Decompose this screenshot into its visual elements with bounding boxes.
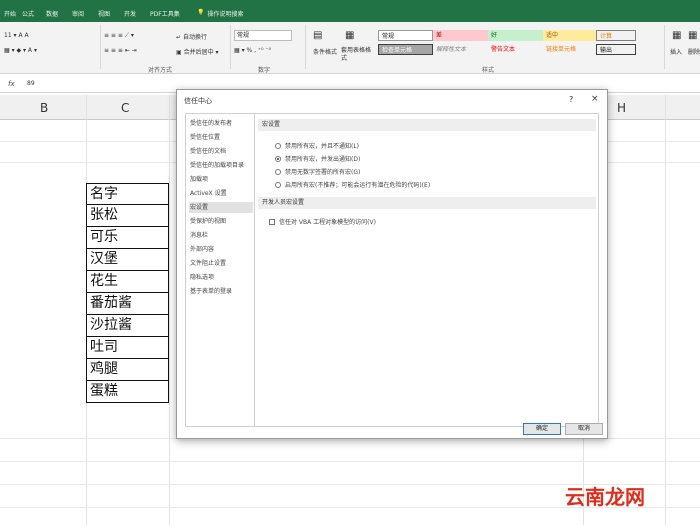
font-color-icon[interactable]: ▦ ▾ ◆ ▾ A ▾ [4, 47, 37, 54]
table-format-button[interactable]: 套用表格格式 [341, 47, 375, 63]
style-neutral[interactable]: 适中 [543, 30, 596, 41]
number-format-select[interactable]: 常规 [234, 30, 292, 41]
table-format-icon: ▦ [345, 30, 355, 41]
ribbon-separator [305, 25, 306, 69]
cell-name[interactable]: 鸡腿 [86, 359, 169, 381]
delete-cells-button[interactable]: 删除 [688, 47, 700, 56]
group-alignment-label: 对齐方式 [148, 67, 173, 74]
section-developer-macro-settings: 开发人员宏设置 [258, 197, 596, 209]
style-warning[interactable]: 警告文本 [488, 44, 543, 55]
cell-name[interactable]: 番茄酱 [86, 293, 169, 315]
nav-trusted-locations[interactable]: 受信任位置 [189, 132, 253, 143]
font-size-box[interactable]: 11 ▾ A A [4, 32, 29, 39]
checkbox-icon [269, 218, 275, 225]
style-bad[interactable]: 差 [433, 30, 488, 41]
cell-name[interactable]: 张松 [86, 205, 169, 227]
nav-activex-settings[interactable]: ActiveX 设置 [189, 188, 253, 199]
radio-selected-icon [275, 155, 281, 162]
cell-name[interactable]: 可乐 [86, 227, 169, 249]
tab-developer[interactable]: 开发 [124, 9, 136, 18]
nav-external-content[interactable]: 外部内容 [189, 244, 253, 255]
ribbon: 11 ▾ A A ▦ ▾ ◆ ▾ A ▾ ≡ ≡ ≡ ⟋ ▾ ≡ ≡ ≡ ⇤ ⇥… [0, 22, 700, 74]
radio-icon [275, 168, 281, 175]
ribbon-separator [664, 25, 665, 69]
style-good[interactable]: 好 [488, 30, 543, 41]
radio-icon [275, 142, 281, 149]
cell-name[interactable]: 花生 [86, 271, 169, 293]
nav-privacy-options[interactable]: 隐私选项 [189, 272, 253, 283]
column-header-c[interactable]: C [121, 101, 129, 115]
gridline [0, 461, 700, 462]
number-format-icons[interactable]: ▦ ▾ % , ⁺⁰ ⁻⁰ [234, 47, 271, 54]
trust-center-nav: 受信任的发布者 受信任位置 受信任的文档 受信任的加载项目录 加载项 Activ… [185, 113, 255, 427]
checkbox-trust-vba-access[interactable]: 信任对 VBA 工程对象模型的访问(V) [269, 217, 376, 226]
tell-me-search[interactable]: 💡 操作说明搜索 [197, 9, 244, 18]
style-normal[interactable]: 常规 [378, 30, 433, 41]
section-macro-settings: 宏设置 [258, 119, 596, 131]
ribbon-separator [100, 25, 101, 69]
conditional-format-icon: ▤ [313, 30, 323, 41]
cell-name[interactable]: 蛋糕 [86, 381, 169, 403]
help-button[interactable]: ? [569, 95, 573, 104]
insert-cells-button[interactable]: 插入 [670, 47, 682, 56]
ok-button[interactable]: 确定 [523, 423, 561, 435]
nav-trusted-documents[interactable]: 受信任的文档 [189, 146, 253, 157]
nav-form-based-signin[interactable]: 基于表单的登录 [189, 286, 253, 297]
tab-home[interactable]: 开始 [4, 9, 16, 18]
group-number-label: 数字 [258, 67, 271, 74]
radio-disable-with-notify[interactable]: 禁用所有宏，并发出通知(D) [275, 154, 360, 163]
nav-protected-view[interactable]: 受保护的视图 [189, 216, 253, 227]
style-output[interactable]: 输出 [596, 44, 636, 55]
lightbulb-icon: 💡 [197, 9, 205, 16]
trust-center-dialog: 信任中心 ? × 受信任的发布者 受信任位置 受信任的文档 受信任的加载项目录 … [176, 89, 608, 439]
nav-file-block-settings[interactable]: 文件阻止设置 [189, 258, 253, 269]
nav-trusted-publishers[interactable]: 受信任的发布者 [189, 118, 253, 129]
align-icons-top[interactable]: ≡ ≡ ≡ ⟋ ▾ [104, 32, 134, 40]
insert-cells-icon: ▦ [672, 30, 682, 41]
cancel-button[interactable]: 取消 [565, 423, 603, 435]
wrap-text-button[interactable]: ↵ 自动换行 [176, 32, 207, 41]
tab-data[interactable]: 数据 [46, 9, 58, 18]
formula-value[interactable]: 89 [27, 80, 35, 87]
cell-name[interactable]: 吐司 [86, 337, 169, 359]
group-styles-label: 样式 [482, 67, 495, 74]
delete-cells-icon: ▦ [688, 30, 698, 41]
macro-settings-panel: 宏设置 禁用所有宏，并且不通知(L) 禁用所有宏，并发出通知(D) 禁用无数字签… [255, 113, 599, 427]
radio-enable-all[interactable]: 启用所有宏(不推荐；可能会运行有潜在危险的代码)(E) [275, 180, 430, 189]
dialog-title: 信任中心 [184, 97, 212, 105]
radio-disable-unsigned[interactable]: 禁用无数字签署的所有宏(G) [275, 167, 360, 176]
ribbon-separator [230, 25, 231, 69]
fx-icon[interactable]: fx [8, 80, 15, 88]
watermark-text: 云南龙网 [565, 485, 645, 509]
tab-pdf[interactable]: PDF工具集 [150, 9, 180, 18]
cell-name[interactable]: 沙拉酱 [86, 315, 169, 337]
nav-message-bar[interactable]: 消息栏 [189, 230, 253, 241]
excel-window: 开始 公式 数据 审阅 视图 开发 PDF工具集 💡 操作说明搜索 11 ▾ A… [0, 0, 700, 525]
nav-macro-settings[interactable]: 宏设置 [189, 202, 253, 213]
style-calc[interactable]: 计算 [596, 30, 636, 41]
cell-name-header[interactable]: 名字 [86, 183, 169, 205]
tab-view[interactable]: 视图 [98, 9, 110, 18]
close-icon[interactable]: × [591, 94, 599, 104]
cell-name[interactable]: 汉堡 [86, 249, 169, 271]
align-icons-bottom[interactable]: ≡ ≡ ≡ ⇤ ⇥ [104, 47, 137, 54]
tab-review[interactable]: 审阅 [72, 9, 84, 18]
tab-insert[interactable]: 公式 [22, 9, 34, 18]
nav-addins[interactable]: 加载项 [189, 174, 253, 185]
style-linked-cell[interactable]: 链接单元格 [543, 44, 596, 55]
radio-disable-no-notify[interactable]: 禁用所有宏，并且不通知(L) [275, 141, 359, 150]
radio-icon [275, 181, 281, 188]
style-explanatory[interactable]: 解释性文本 [433, 44, 488, 55]
ribbon-tab-bar: 开始 公式 数据 审阅 视图 开发 PDF工具集 💡 操作说明搜索 [0, 0, 700, 22]
style-check-cell[interactable]: 检查单元格 [378, 44, 433, 55]
column-header-h[interactable]: H [617, 101, 626, 115]
merge-center-button[interactable]: ▣ 合并后居中 ▾ [176, 47, 219, 56]
conditional-format-button[interactable]: 条件格式 [313, 47, 337, 56]
nav-trusted-addin-catalogs[interactable]: 受信任的加载项目录 [189, 160, 253, 171]
column-header-b[interactable]: B [40, 101, 48, 115]
